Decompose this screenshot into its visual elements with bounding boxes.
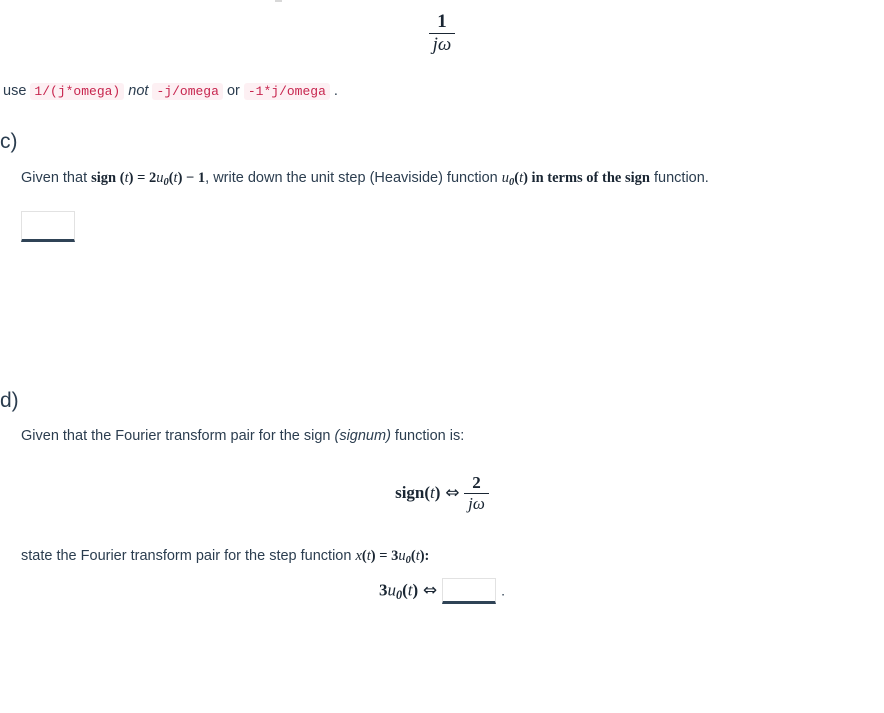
- signum-italic: (signum): [334, 428, 391, 444]
- u-symbol-3: u: [398, 548, 406, 564]
- sign-function-name: sign: [91, 170, 117, 186]
- part-d-prompt: Given that the Fourier transform pair fo…: [21, 426, 464, 446]
- code-chip-wrong-2: -1*j/omega: [243, 83, 330, 100]
- clipped-element-top: [275, 0, 282, 2]
- answer-terminator: .: [501, 582, 506, 599]
- code-chip-correct: 1/(j*omega): [30, 83, 125, 100]
- hint-emphasis-not: not: [128, 83, 149, 99]
- u-symbol-2: u: [501, 170, 509, 186]
- part-d-answer-row: 3u0(t) ⇔.: [0, 578, 884, 604]
- part-c-answer-input[interactable]: [21, 211, 75, 242]
- prompt-math-3: ) = 2: [128, 170, 157, 186]
- answer-pair-arrow-icon: ⇔: [422, 580, 438, 601]
- equation-lhs-close-paren: ): [434, 482, 441, 502]
- prompt-text-6: , write down the unit step (Heaviside) f…: [205, 170, 502, 186]
- top-expression-fraction: 1 jω: [0, 12, 884, 55]
- prompt-math-2: (: [116, 170, 125, 186]
- given-fourier-pair-equation: sign(t) ⇔ 2 jω: [0, 474, 884, 513]
- answer-close-paren: ): [412, 580, 419, 600]
- answer-u-symbol: u: [387, 580, 396, 600]
- hint-conjunction: or: [226, 83, 240, 99]
- prompt-text-1: Given that: [21, 170, 92, 186]
- part-d-answer-input[interactable]: [442, 578, 497, 604]
- d-prompt-text-2: function is:: [390, 428, 465, 444]
- prompt-text-9: function.: [649, 170, 709, 186]
- transform-pair-arrow-icon: ⇔: [445, 482, 460, 503]
- code-chip-wrong-1: -j/omega: [152, 83, 223, 100]
- prompt-math-8: ) in terms of the: [523, 170, 625, 186]
- d-statement-text-1: state the Fourier transform pair for the…: [21, 548, 356, 564]
- fraction-denominator: jω: [428, 32, 456, 55]
- d-statement-math-3: ) = 3: [370, 548, 399, 564]
- hint-terminator: .: [333, 83, 338, 99]
- section-label-c: c): [0, 130, 18, 153]
- equation-rhs-denominator: jω: [464, 492, 489, 513]
- equation-lhs-function: sign: [395, 482, 425, 502]
- hint-prefix: use: [3, 83, 27, 99]
- format-hint-line: use 1/(j*omega) not -j/omega or -1*j/ome…: [3, 81, 338, 101]
- fraction-one-over-jomega: 1 jω: [428, 11, 456, 55]
- fraction-numerator: 1: [437, 11, 447, 32]
- fraction-two-over-jomega: 2 jω: [464, 474, 489, 513]
- equation-rhs-numerator: 2: [472, 473, 481, 492]
- sign-function-name-2: sign: [624, 170, 650, 186]
- part-c-prompt: Given that sign (t) = 2u0(t) − 1, write …: [21, 168, 709, 191]
- part-d-statement: state the Fourier transform pair for the…: [21, 546, 429, 569]
- section-label-d: d): [0, 389, 19, 412]
- prompt-math-5: ) − 1: [177, 170, 206, 186]
- d-prompt-text-1: Given that the Fourier transform pair fo…: [21, 428, 335, 444]
- d-statement-math-5: ):: [419, 548, 430, 564]
